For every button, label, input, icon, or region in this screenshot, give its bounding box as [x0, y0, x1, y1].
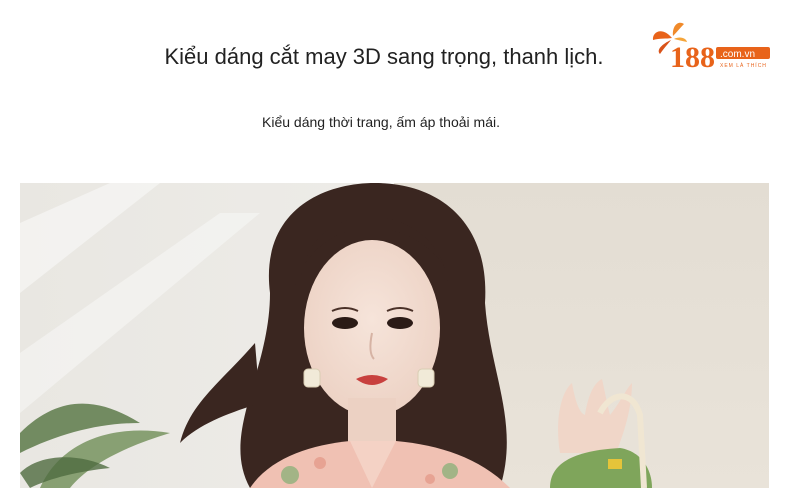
brand-logo[interactable]: 188 .com.vn XEM LÀ THÍCH: [650, 20, 774, 72]
logo-tagline: XEM LÀ THÍCH: [720, 62, 767, 69]
logo-domain: .com.vn: [720, 49, 755, 60]
model-photo-illustration: [20, 183, 769, 488]
product-description-page: Kiểu dáng cắt may 3D sang trọng, thanh l…: [0, 0, 790, 488]
subheadline: Kiểu dáng thời trang, ấm áp thoải mái.: [262, 114, 500, 130]
product-photo: [20, 183, 769, 488]
logo-number: 188: [670, 41, 715, 72]
